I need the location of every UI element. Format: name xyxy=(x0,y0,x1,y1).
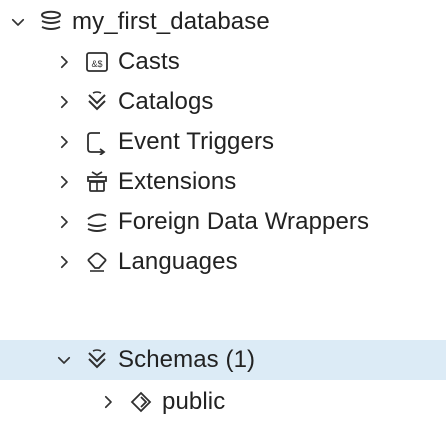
tree-node-casts[interactable]: &$ Casts xyxy=(0,42,446,82)
svg-text:&$: &$ xyxy=(91,59,102,69)
language-icon xyxy=(82,247,112,277)
database-icon xyxy=(36,7,66,37)
event-trigger-icon xyxy=(82,127,112,157)
tree-node-schemas[interactable]: Schemas (1) xyxy=(0,340,446,380)
foreign-data-wrapper-icon xyxy=(82,207,112,237)
schema-public-icon xyxy=(126,387,156,417)
tree-node-label: public xyxy=(162,388,226,415)
chevron-right-icon[interactable] xyxy=(52,130,76,154)
tree-node-label: Schemas (1) xyxy=(118,346,256,373)
chevron-right-icon[interactable] xyxy=(52,170,76,194)
tree-node-label: Event Triggers xyxy=(118,128,275,155)
extension-icon xyxy=(82,167,112,197)
chevron-right-icon[interactable] xyxy=(52,50,76,74)
catalog-icon xyxy=(82,87,112,117)
chevron-down-icon[interactable] xyxy=(6,10,30,34)
tree-node-label: Extensions xyxy=(118,168,237,195)
tree-node-database[interactable]: my_first_database xyxy=(0,2,446,42)
tree-node-label: Foreign Data Wrappers xyxy=(118,208,370,235)
chevron-right-icon[interactable] xyxy=(52,90,76,114)
chevron-right-icon[interactable] xyxy=(52,250,76,274)
tree-node-extensions[interactable]: Extensions xyxy=(0,162,446,202)
chevron-right-icon[interactable] xyxy=(96,390,120,414)
tree-node-label: Languages xyxy=(118,248,238,275)
tree-node-label: Casts xyxy=(118,48,180,75)
tree-node-label: my_first_database xyxy=(72,8,270,35)
tree-node-schema-public[interactable]: public xyxy=(0,382,446,422)
tree-node-event-triggers[interactable]: Event Triggers xyxy=(0,122,446,162)
schema-icon xyxy=(82,345,112,375)
chevron-down-icon[interactable] xyxy=(52,348,76,372)
object-explorer-tree: my_first_database &$ Casts Catalogs Even… xyxy=(0,0,446,434)
tree-node-catalogs[interactable]: Catalogs xyxy=(0,82,446,122)
cast-icon: &$ xyxy=(82,47,112,77)
tree-node-label: Catalogs xyxy=(118,88,214,115)
tree-node-foreign-data-wrappers[interactable]: Foreign Data Wrappers xyxy=(0,202,446,242)
tree-node-languages[interactable]: Languages xyxy=(0,242,446,282)
chevron-right-icon[interactable] xyxy=(52,210,76,234)
